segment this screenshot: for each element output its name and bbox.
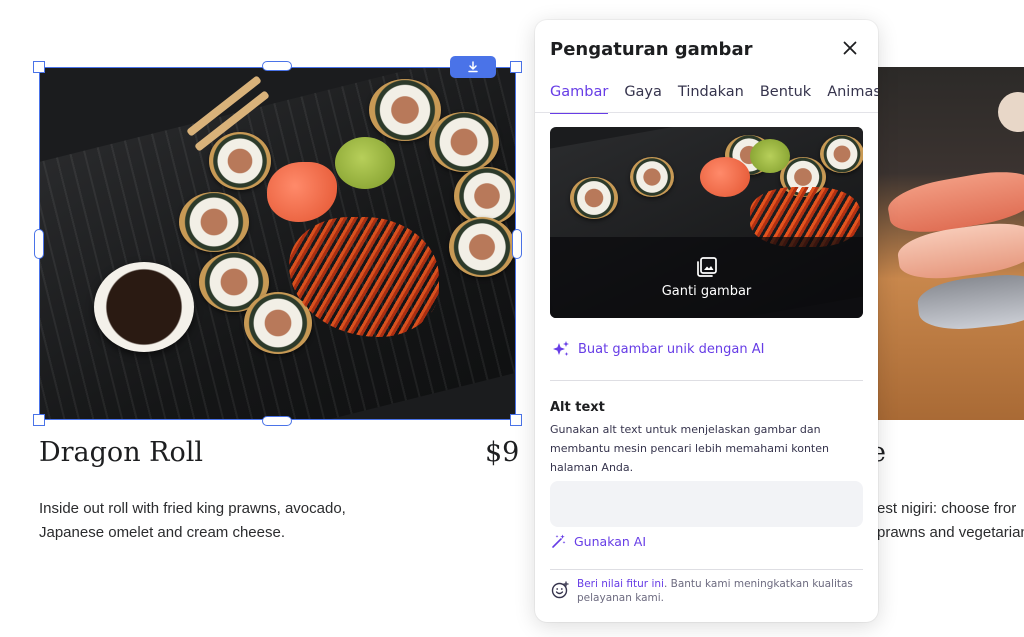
sushi-piece	[570, 177, 618, 219]
close-icon	[843, 41, 857, 55]
resize-handle-bottom-right[interactable]	[510, 414, 522, 426]
ginger-decoration	[700, 157, 750, 197]
alt-text-title: Alt text	[550, 400, 605, 415]
image-settings-panel: Pengaturan gambar Gambar Gaya Tindakan B…	[535, 20, 878, 622]
sushi-piece	[209, 132, 271, 190]
sushi-piece	[449, 217, 515, 277]
resize-handle-left[interactable]	[34, 229, 44, 259]
resize-handle-top-right[interactable]	[510, 61, 522, 73]
tab-tindakan[interactable]: Tindakan	[678, 84, 744, 114]
image-gallery-icon	[696, 257, 717, 277]
alt-text-help: Gunakan alt text untuk menjelaskan gamba…	[550, 423, 829, 474]
replace-image-button[interactable]: Ganti gambar	[550, 237, 863, 318]
use-ai-button[interactable]: Gunakan AI	[551, 533, 646, 549]
resize-handle-top[interactable]	[262, 61, 292, 71]
sushi-piece	[820, 135, 863, 173]
replace-image-label: Ganti gambar	[661, 284, 752, 299]
item-title[interactable]: Dragon Roll	[39, 437, 203, 468]
tab-bentuk[interactable]: Bentuk	[760, 84, 811, 114]
item-description-line: est nigiri: choose fror	[877, 500, 1017, 517]
magic-wand-icon	[552, 534, 566, 548]
image-preview[interactable]: Ganti gambar	[550, 127, 863, 318]
tab-gambar[interactable]: Gambar	[550, 84, 609, 114]
item-description[interactable]: Inside out roll with fried king prawns, …	[39, 497, 379, 545]
tab-animasi[interactable]: Animasi	[827, 84, 878, 114]
resize-handle-right[interactable]	[512, 229, 522, 259]
wasabi-decoration	[750, 139, 790, 173]
feedback-section: Beri nilai fitur ini. Bantu kami meningk…	[551, 577, 857, 605]
section-divider	[550, 569, 863, 570]
sushi-piece	[179, 192, 249, 252]
dragon-roll-image[interactable]	[39, 67, 516, 420]
panel-title: Pengaturan gambar	[550, 39, 753, 60]
sparkles-icon	[553, 341, 569, 356]
download-icon	[468, 61, 478, 73]
ai-generate-label: Buat gambar unik dengan AI	[578, 341, 765, 357]
rate-feature-link[interactable]: Beri nilai fitur ini	[577, 578, 664, 590]
soy-sauce-bowl	[94, 262, 194, 352]
section-divider	[550, 380, 863, 381]
item-price[interactable]: $9	[485, 437, 519, 468]
item-description-line: prawns and vegetarian	[877, 524, 1024, 541]
nigiri-image[interactable]	[878, 67, 1024, 420]
resize-handle-bottom[interactable]	[262, 416, 292, 426]
resize-handle-bottom-left[interactable]	[33, 414, 45, 426]
tab-gaya[interactable]: Gaya	[624, 84, 662, 114]
item-description[interactable]: est nigiri: choose fror prawns and veget…	[877, 497, 1024, 545]
alt-text-input[interactable]	[550, 481, 863, 527]
settings-tabs: Gambar Gaya Tindakan Bentuk Animasi	[550, 84, 878, 114]
wasabi-decoration	[335, 137, 395, 189]
smiley-feedback-icon	[551, 581, 569, 599]
ai-generate-image-link[interactable]: Buat gambar unik dengan AI	[552, 340, 765, 358]
use-ai-label: Gunakan AI	[574, 533, 647, 549]
tabs-divider	[535, 112, 878, 113]
nigiri-piece	[915, 270, 1024, 334]
close-button[interactable]	[838, 36, 862, 60]
sushi-piece	[630, 157, 674, 197]
nigiri-piece	[998, 92, 1024, 132]
download-button[interactable]	[450, 56, 496, 78]
resize-handle-top-left[interactable]	[33, 61, 45, 73]
feedback-text: Beri nilai fitur ini. Bantu kami meningk…	[577, 577, 857, 605]
sushi-piece	[429, 112, 499, 172]
